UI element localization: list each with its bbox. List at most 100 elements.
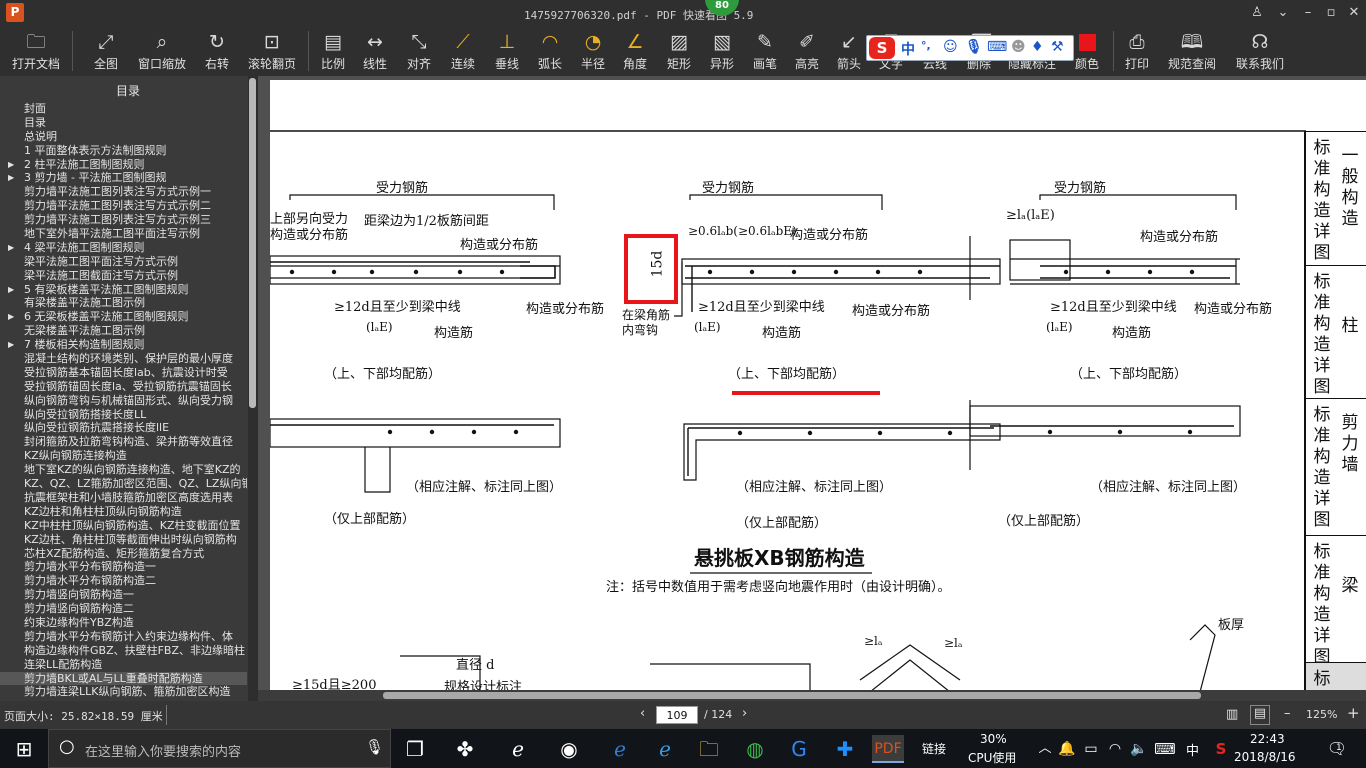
toc-item[interactable]: KZ中柱柱顶纵向钢筋构造、KZ柱变截面位置 — [0, 519, 247, 533]
toc-item[interactable]: ▶ 7 楼板相关构造制图规则 — [0, 338, 247, 352]
close-button[interactable]: ✕ — [1345, 4, 1363, 22]
page-number-input[interactable]: 109 — [656, 706, 698, 724]
toc-item[interactable]: ▶ 4 梁平法施工图制图规则 — [0, 241, 247, 255]
toc-item[interactable]: 剪力墙水平分布钢筋构造二 — [0, 574, 247, 588]
toc-item[interactable]: 1 平面整体表示方法制图规则 — [0, 144, 247, 158]
contact-us-button[interactable]: ☊ 联系我们 — [1232, 29, 1288, 74]
linear-tool[interactable]: ↔ 线性 — [358, 29, 392, 74]
print-button[interactable]: ⎙ 打印 — [1120, 29, 1154, 74]
perpendicular-tool[interactable]: ⊥ 垂线 — [490, 29, 524, 74]
toc-item[interactable]: 剪力墙竖向钢筋构造一 — [0, 588, 247, 602]
toc-item[interactable]: 剪力墙水平分布钢筋构造一 — [0, 560, 247, 574]
users-icon[interactable]: ☻ — [1011, 39, 1026, 55]
minimize-button[interactable]: – — [1299, 4, 1317, 22]
toc-item[interactable]: 封闭箍筋及拉筋弯钩构造、梁并筋等效直径 — [0, 435, 247, 449]
expand-arrow-icon[interactable]: ▶ — [8, 283, 14, 297]
task-view-icon[interactable]: ❐ — [400, 735, 430, 763]
toc-item[interactable]: KZ边柱、角柱柱顶等截面伸出时纵向钢筋构 — [0, 533, 247, 547]
toc-item[interactable]: 连梁LL配筋构造 — [0, 658, 247, 672]
scale-tool[interactable]: ▤ 比例 — [316, 29, 350, 74]
toc-item[interactable]: 梁平法施工图平面注写方式示例 — [0, 255, 247, 269]
pdf-viewer-taskbar-icon[interactable]: PDF — [872, 735, 904, 763]
color-picker-button[interactable]: 颜色 — [1070, 29, 1104, 74]
taskbar-search-box[interactable]: ○ 在这里输入你要搜索的内容 🎙 — [48, 729, 391, 768]
horizontal-scroll-thumb[interactable] — [383, 692, 1201, 699]
keyboard-icon[interactable]: ⌨ — [1150, 735, 1180, 763]
toc-item[interactable]: 封面 — [0, 102, 247, 116]
toc-item[interactable]: 目录 — [0, 116, 247, 130]
expand-arrow-icon[interactable]: ▶ — [8, 338, 14, 352]
ie-browser-icon[interactable]: ℯ — [650, 735, 680, 763]
fit-page-button[interactable]: ⤢ 全图 — [86, 29, 126, 74]
irregular-area-tool[interactable]: ▧ 异形 — [705, 29, 739, 74]
next-page-button[interactable]: › — [742, 706, 747, 721]
prev-page-button[interactable]: ‹ — [640, 706, 645, 721]
toc-item[interactable]: 剪力墙水平分布钢筋计入约束边缘构件、体 — [0, 630, 247, 644]
toc-item[interactable]: 约束边缘构件YBZ构造 — [0, 616, 247, 630]
open-document-button[interactable]: 🗀 打开文档 — [8, 29, 64, 74]
toc-item[interactable]: 剪力墙BKL或AL与LL重叠时配筋构造 — [0, 671, 247, 686]
toc-item[interactable]: KZ、QZ、LZ箍筋加密区范围、QZ、LZ纵向钢 — [0, 477, 247, 491]
expand-arrow-icon[interactable]: ▶ — [8, 310, 14, 324]
wrench-icon[interactable]: ⚒ — [1051, 39, 1064, 55]
toc-item[interactable]: 剪力墙平法施工图列表注写方式示例二 — [0, 199, 247, 213]
microphone-icon[interactable]: 🎙 — [965, 39, 983, 55]
zoom-in-button[interactable]: + — [1347, 704, 1360, 722]
toc-item[interactable]: 构造边缘构件GBZ、扶壁柱FBZ、非边缘暗柱 — [0, 644, 247, 658]
sogou-tray-icon[interactable]: S — [1206, 735, 1236, 763]
zoom-out-button[interactable]: – — [1284, 706, 1291, 721]
document-area[interactable]: 受力钢筋 受力钢筋 受力钢筋 上部另向受力 构造或分布筋 距梁边为1/2板筋间距… — [258, 76, 1366, 701]
rotate-right-button[interactable]: ↻ 右转 — [197, 29, 237, 74]
skin-icon[interactable]: ♦ — [1031, 39, 1044, 55]
toc-item[interactable]: KZ边柱和角柱柱顶纵向钢筋构造 — [0, 505, 247, 519]
toc-item[interactable]: 受拉钢筋锚固长度la、受拉钢筋抗震锚固长 — [0, 380, 247, 394]
single-page-view-icon[interactable]: ▤ — [1250, 705, 1270, 725]
toc-item[interactable]: 地下室KZ的纵向钢筋连接构造、地下室KZ的 — [0, 463, 247, 477]
standard-query-button[interactable]: 🕮 规范查阅 — [1164, 29, 1220, 74]
expand-arrow-icon[interactable]: ▶ — [8, 171, 14, 185]
windows-start-icon[interactable]: ⊞ — [9, 735, 39, 763]
edge-icon[interactable]: ℯ — [605, 735, 635, 763]
toc-item[interactable]: 无梁楼盖平法施工图示例 — [0, 324, 247, 338]
toc-item[interactable]: ▶ 6 无梁板楼盖平法施工图制图规则 — [0, 310, 247, 324]
toc-item[interactable]: ▶ 2 柱平法施工图制图规则 — [0, 158, 247, 172]
angle-tool[interactable]: ∠ 角度 — [618, 29, 652, 74]
toc-item[interactable]: 地下室外墙平法施工图平面注写示例 — [0, 227, 247, 241]
horizontal-scrollbar[interactable] — [258, 690, 1366, 701]
browser-g-icon[interactable]: G — [784, 735, 814, 763]
toc-item[interactable]: 抗震框架柱和小墙肢箍筋加密区高度选用表 — [0, 491, 247, 505]
ime-toolbar[interactable]: S 中 °, ☺ 🎙 ⌨ ☻ ♦ ⚒ — [866, 35, 1074, 61]
toc-item[interactable]: 有梁楼盖平法施工图示例 — [0, 296, 247, 310]
maximize-button[interactable]: ▫ — [1322, 4, 1340, 22]
ime-indicator[interactable]: 中 — [1186, 740, 1199, 759]
clock-time[interactable]: 22:43 — [1250, 732, 1285, 746]
toc-item[interactable]: KZ纵向钢筋连接构造 — [0, 449, 247, 463]
toc-item[interactable]: ▶ 3 剪力墙 - 平法施工图制图规 — [0, 171, 247, 185]
toc-item[interactable]: 剪力墙竖向钢筋构造二 — [0, 602, 247, 616]
radius-tool[interactable]: ◔ 半径 — [576, 29, 610, 74]
toc-item[interactable]: ▶ 5 有梁板楼盖平法施工图制图规则 — [0, 283, 247, 297]
expand-arrow-icon[interactable]: ▶ — [8, 241, 14, 255]
toc-item[interactable]: 纵向受拉钢筋搭接长度LL — [0, 408, 247, 422]
user-icon[interactable]: ♙ — [1248, 4, 1266, 22]
keyboard-icon[interactable]: ⌨ — [987, 39, 1007, 55]
highlight-tool[interactable]: ✐ 高亮 — [790, 29, 824, 74]
toc-item[interactable]: 纵向受拉钢筋抗震搭接长度llE — [0, 421, 247, 435]
360-browser-icon[interactable]: ◍ — [740, 735, 770, 763]
toc-item[interactable]: 剪力墙平法施工图列表注写方式示例一 — [0, 185, 247, 199]
toc-scroll-thumb[interactable] — [249, 78, 256, 408]
toc-item[interactable]: 梁平法施工图截面注写方式示例 — [0, 269, 247, 283]
toc-item[interactable]: 混凝土结构的环境类别、保护层的最小厚度 — [0, 352, 247, 366]
link-label[interactable]: 链接 — [922, 740, 946, 757]
toc-item[interactable]: 总说明 — [0, 130, 247, 144]
two-page-view-icon[interactable]: ▥ — [1226, 707, 1238, 722]
emoji-icon[interactable]: ☺ — [943, 39, 958, 55]
scroll-page-button[interactable]: ⊡ 滚轮翻页 — [244, 29, 300, 74]
toc-item[interactable]: 纵向钢筋弯钩与机械锚固形式、纵向受力钢 — [0, 394, 247, 408]
arc-length-tool[interactable]: ◠ 弧长 — [533, 29, 567, 74]
fan-app-icon[interactable]: ✤ — [450, 735, 480, 763]
toc-item[interactable]: 芯柱XZ配筋构造、矩形箍筋复合方式 — [0, 547, 247, 561]
clock-date[interactable]: 2018/8/16 — [1234, 750, 1296, 764]
expand-arrow-icon[interactable]: ▶ — [8, 158, 14, 172]
microphone-icon[interactable]: 🎙 — [365, 738, 384, 756]
